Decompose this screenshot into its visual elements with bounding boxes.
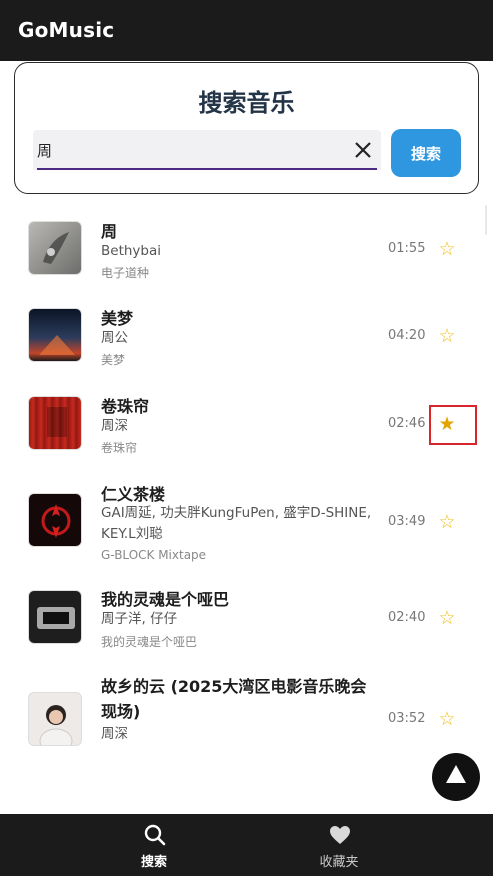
scroll-top-button[interactable] bbox=[432, 753, 480, 801]
song-title: 故乡的云 (2025大湾区电影音乐晚会现场) bbox=[101, 677, 367, 721]
song-duration: 03:49 bbox=[388, 514, 426, 529]
song-duration: 01:55 bbox=[388, 241, 426, 256]
heart-icon bbox=[330, 826, 350, 844]
cover-art-icon bbox=[41, 504, 71, 538]
nav-item-favorites[interactable]: 收藏夹 bbox=[279, 814, 399, 876]
song-album: 电子道种 bbox=[101, 266, 150, 280]
favorite-star-icon[interactable]: ☆ bbox=[437, 709, 457, 729]
search-card: 搜索音乐 搜索 bbox=[14, 62, 479, 194]
cover-art-icon bbox=[37, 607, 75, 629]
cover-art-icon bbox=[39, 335, 75, 355]
song-title: 我的灵魂是个哑巴 bbox=[101, 590, 230, 609]
scrollbar[interactable] bbox=[485, 205, 487, 235]
song-duration: 02:40 bbox=[388, 610, 426, 625]
song-album: 卷珠帘 bbox=[101, 441, 138, 455]
song-duration: 04:20 bbox=[388, 328, 426, 343]
album-cover bbox=[28, 692, 82, 746]
favorite-star-filled-icon[interactable]: ★ bbox=[437, 414, 457, 434]
favorite-star-icon[interactable]: ☆ bbox=[437, 608, 457, 628]
nav-label-search: 搜索 bbox=[140, 855, 167, 870]
song-artist: Bethybai bbox=[101, 243, 161, 259]
album-cover bbox=[28, 396, 82, 450]
song-artist: 周深 bbox=[101, 726, 128, 742]
search-heading: 搜索音乐 bbox=[198, 89, 295, 117]
song-title: 周 bbox=[101, 222, 118, 241]
song-artist: 周深 bbox=[101, 418, 128, 434]
result-row[interactable]: 仁义茶楼 GAI周延, 功夫胖KungFuPen, 盛宇D-SHINE, KEY… bbox=[0, 468, 493, 576]
song-album: 美梦 bbox=[101, 353, 126, 367]
search-input[interactable] bbox=[37, 136, 337, 164]
song-album: G-BLOCK Mixtape bbox=[101, 548, 207, 562]
song-title: 美梦 bbox=[101, 309, 134, 328]
album-cover bbox=[28, 221, 82, 275]
song-title: 仁义茶楼 bbox=[101, 485, 166, 504]
song-artist: 周子洋, 仔仔 bbox=[101, 611, 178, 627]
results-list[interactable]: 周 Bethybai 电子道种 01:55 ☆ 美梦 周公 美梦 04:20 ☆… bbox=[0, 200, 493, 814]
app-title: GoMusic bbox=[18, 18, 115, 42]
cover-art-icon bbox=[47, 407, 67, 437]
song-duration: 03:52 bbox=[388, 711, 426, 726]
result-row[interactable]: 卷珠帘 周深 卷珠帘 02:46 ★ bbox=[0, 380, 493, 468]
song-artist: GAI周延, 功夫胖KungFuPen, 盛宇D-SHINE, KEY.L刘聪 bbox=[101, 505, 372, 542]
favorite-star-icon[interactable]: ☆ bbox=[437, 326, 457, 346]
search-button[interactable]: 搜索 bbox=[391, 129, 461, 177]
result-row[interactable]: 周 Bethybai 电子道种 01:55 ☆ bbox=[0, 200, 493, 292]
nav-item-search[interactable]: 搜索 bbox=[94, 814, 214, 876]
arrow-up-icon bbox=[446, 765, 466, 783]
app-bar: GoMusic bbox=[0, 0, 493, 61]
search-field[interactable] bbox=[33, 130, 381, 170]
song-album: 我的灵魂是个哑巴 bbox=[101, 635, 198, 649]
song-title: 卷珠帘 bbox=[101, 397, 150, 416]
result-row[interactable]: 我的灵魂是个哑巴 周子洋, 仔仔 我的灵魂是个哑巴 02:40 ☆ bbox=[0, 576, 493, 664]
nav-label-favorites: 收藏夹 bbox=[319, 855, 359, 870]
bottom-nav: 搜索 收藏夹 bbox=[0, 814, 493, 876]
cover-art-icon bbox=[43, 232, 69, 264]
result-row[interactable]: 美梦 周公 美梦 04:20 ☆ bbox=[0, 292, 493, 380]
album-cover bbox=[28, 590, 82, 644]
album-cover bbox=[28, 493, 82, 547]
close-icon[interactable] bbox=[353, 140, 373, 160]
song-artist: 周公 bbox=[101, 330, 128, 346]
search-icon bbox=[144, 824, 166, 846]
result-row[interactable]: 故乡的云 (2025大湾区电影音乐晚会现场) 周深 03:52 ☆ bbox=[0, 664, 493, 764]
cover-art-icon bbox=[39, 705, 73, 745]
favorite-star-icon[interactable]: ☆ bbox=[437, 512, 457, 532]
favorite-star-icon[interactable]: ☆ bbox=[437, 239, 457, 259]
song-duration: 02:46 bbox=[388, 416, 426, 431]
album-cover bbox=[28, 308, 82, 362]
